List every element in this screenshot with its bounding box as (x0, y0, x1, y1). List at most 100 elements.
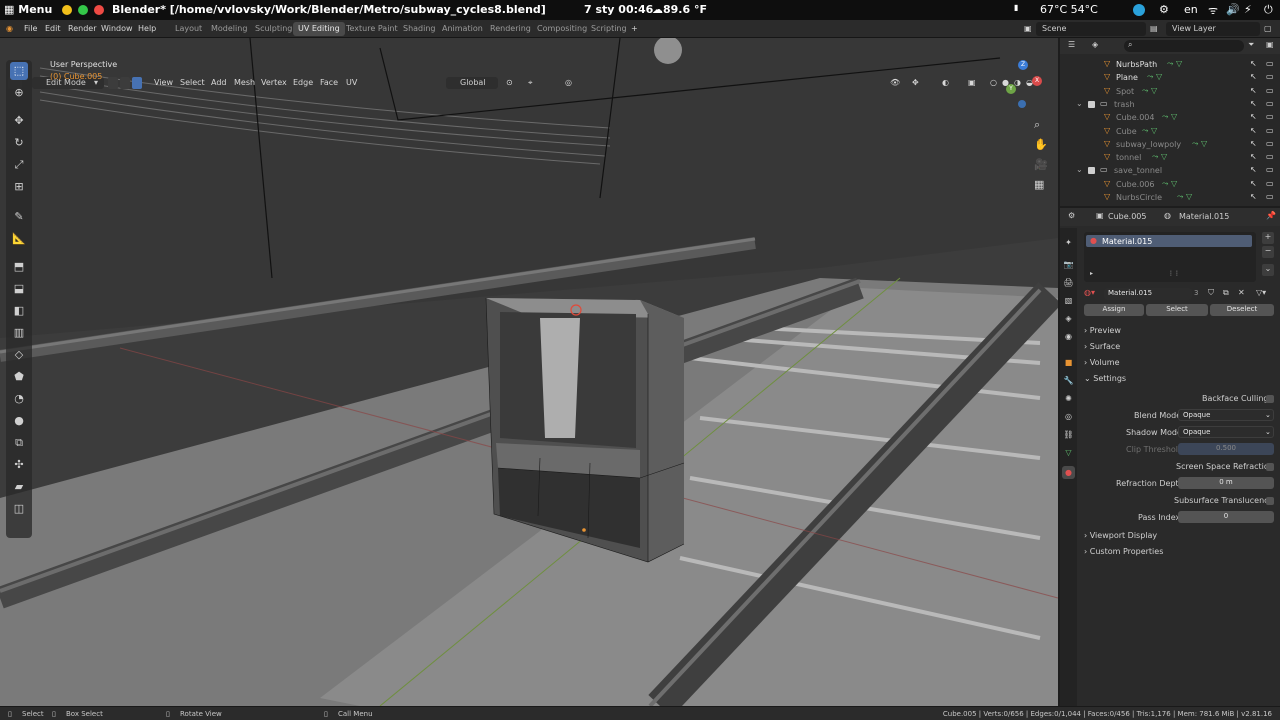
outliner-search-input[interactable]: ⌕ (1124, 40, 1244, 52)
ssr-checkbox[interactable] (1266, 463, 1274, 471)
visibility-icon[interactable]: 👁 (890, 78, 900, 87)
face-select-icon[interactable] (132, 77, 142, 89)
tab-modeling[interactable]: Modeling (206, 22, 252, 36)
vertex-select-icon[interactable] (108, 77, 118, 89)
edge-select-icon[interactable] (120, 77, 130, 89)
modifier-data-icons[interactable]: ⤳ ▽ (1162, 112, 1177, 122)
selectable-toggle-icon[interactable]: ↖ (1250, 112, 1257, 121)
transform-tool-icon[interactable]: ⊞ (10, 178, 28, 196)
clip-threshold-field[interactable]: 0.500 (1178, 443, 1274, 455)
pan-hand-icon[interactable]: ✋ (1034, 138, 1048, 151)
snap-icon[interactable]: ⌖ (528, 78, 533, 88)
selectable-toggle-icon[interactable]: ↖ (1250, 59, 1257, 68)
extrude-tool-icon[interactable]: ⬒ (10, 258, 28, 276)
tab-animation[interactable]: Animation (437, 22, 488, 36)
menu-edit[interactable]: Edit (45, 24, 61, 33)
view-layer-icon[interactable]: ▤ (1150, 24, 1158, 33)
edge-slide-tool-icon[interactable]: ⧉ (10, 434, 28, 452)
tab-output-icon[interactable]: 🖨 (1062, 276, 1075, 289)
shrink-fatten-tool-icon[interactable]: ✣ (10, 456, 28, 474)
unlink-material-icon[interactable]: ✕ (1238, 288, 1245, 297)
material-slot-list[interactable]: ● Material.015 ▸ ⋮⋮ (1084, 232, 1256, 282)
move-tool-icon[interactable]: ✥ (10, 112, 28, 130)
grid-view-icon[interactable]: ▦ (1034, 178, 1044, 191)
gizmo-x-axis[interactable]: X (1032, 76, 1042, 86)
tab-tool-icon[interactable]: ✦ (1062, 236, 1075, 249)
menu-edge[interactable]: Edge (293, 78, 313, 87)
material-name-field[interactable]: Material.015 (1104, 288, 1192, 300)
outliner-row[interactable]: ▽ Cube.006 ⤳ ▽ ↖ ▭ (1060, 178, 1280, 191)
rip-tool-icon[interactable]: ◫ (10, 500, 28, 518)
new-view-layer-icon[interactable]: ▢ (1264, 24, 1272, 33)
zoom-icon[interactable]: ⌕ (1034, 118, 1040, 132)
selectable-toggle-icon[interactable]: ↖ (1250, 179, 1257, 188)
tab-data-icon[interactable]: ▽ (1062, 446, 1075, 459)
loop-cut-tool-icon[interactable]: ▥ (10, 324, 28, 342)
preview-section-header[interactable]: › Preview (1084, 326, 1121, 335)
add-slot-button[interactable]: + (1262, 232, 1274, 244)
annotate-tool-icon[interactable]: ✎ (10, 208, 28, 226)
tab-physics-icon[interactable]: ◎ (1062, 410, 1075, 423)
render-toggle-icon[interactable]: ▭ (1266, 152, 1274, 161)
backface-culling-checkbox[interactable] (1266, 395, 1274, 403)
slot-specials-button[interactable]: ⌄ (1262, 264, 1274, 276)
menu-select[interactable]: Select (180, 78, 205, 87)
tab-compositing[interactable]: Compositing (532, 22, 592, 36)
view-layer-field[interactable]: View Layer (1166, 22, 1260, 36)
display-mode-icon[interactable]: ◈ (1092, 40, 1098, 49)
gizmo-z-axis[interactable]: Z (1018, 60, 1028, 70)
modifier-data-icons[interactable]: ⤳ ▽ (1147, 72, 1162, 82)
remove-slot-button[interactable]: − (1262, 246, 1274, 258)
smooth-tool-icon[interactable]: ● (10, 412, 28, 430)
scale-tool-icon[interactable]: ⤢ (10, 156, 28, 174)
telegram-icon[interactable] (1133, 4, 1145, 16)
subsurface-translucency-checkbox[interactable] (1266, 497, 1274, 505)
tab-scene-icon[interactable]: ◈ (1062, 312, 1075, 325)
collection-checkbox[interactable] (1088, 100, 1095, 108)
custom-properties-section-header[interactable]: › Custom Properties (1084, 547, 1163, 556)
collection-checkbox[interactable] (1088, 167, 1095, 175)
pin-icon[interactable]: 📌 (1266, 211, 1276, 220)
pass-index-field[interactable]: 0 (1178, 511, 1274, 523)
gizmo-y-axis[interactable]: Y (1006, 84, 1016, 94)
navigation-gizmo[interactable]: Z X Y (1002, 58, 1052, 114)
3d-viewport[interactable]: Edit Mode ▾ View Select Add Mesh Vertex E… (0, 38, 1058, 706)
close-window-button[interactable] (94, 5, 104, 15)
pivot-point-icon[interactable]: ⊙ (506, 78, 513, 87)
bevel-tool-icon[interactable]: ◧ (10, 302, 28, 320)
menu-file[interactable]: File (24, 24, 37, 33)
duplicate-material-icon[interactable]: ⧉ (1223, 288, 1229, 298)
weather-indicator[interactable]: ☁89.6 °F (652, 3, 707, 16)
tab-constraints-icon[interactable]: ⛓ (1062, 428, 1075, 441)
menu-mesh[interactable]: Mesh (234, 78, 255, 87)
language-indicator[interactable]: en (1184, 3, 1198, 16)
selectable-toggle-icon[interactable]: ↖ (1250, 165, 1257, 174)
tab-view-layer-icon[interactable]: ▧ (1062, 294, 1075, 307)
modifier-data-icons[interactable]: ⤳ ▽ (1162, 179, 1177, 189)
outliner-row[interactable]: ▽ Cube.004 ⤳ ▽ ↖ ▭ (1060, 111, 1280, 124)
gear-icon[interactable]: ⚙ (1159, 3, 1169, 16)
rotate-tool-icon[interactable]: ↻ (10, 134, 28, 152)
refraction-depth-field[interactable]: 0 m (1178, 477, 1274, 489)
tab-modifiers-icon[interactable]: 🔧 (1062, 374, 1075, 387)
expand-arrow-icon[interactable]: ⌄ (1076, 165, 1083, 174)
tab-object-icon[interactable]: ■ (1062, 356, 1075, 369)
menu-vertex[interactable]: Vertex (261, 78, 287, 87)
selectable-toggle-icon[interactable]: ↖ (1250, 126, 1257, 135)
outliner-row[interactable]: ⌄ ▭ save_tonnel ↖ ▭ (1060, 164, 1280, 177)
shading-wireframe-icon[interactable]: ○ (990, 78, 997, 87)
viewport-display-section-header[interactable]: › Viewport Display (1084, 531, 1157, 540)
selectable-toggle-icon[interactable]: ↖ (1250, 72, 1257, 81)
poly-build-tool-icon[interactable]: ⬟ (10, 368, 28, 386)
system-menu-button[interactable]: ▦ Menu (4, 3, 52, 16)
volume-icon[interactable]: 🔊 (1226, 3, 1240, 16)
assign-button[interactable]: Assign (1084, 304, 1144, 316)
filter-icon[interactable]: ⏷ (1248, 40, 1254, 50)
render-toggle-icon[interactable]: ▭ (1266, 99, 1274, 108)
settings-section-header[interactable]: ⌄ Settings (1084, 374, 1126, 383)
volume-section-header[interactable]: › Volume (1084, 358, 1120, 367)
shadow-mode-dropdown[interactable]: Opaque ⌄ (1178, 426, 1274, 438)
outliner-editor-icon[interactable]: ☰ (1068, 40, 1075, 49)
node-link-icon[interactable]: ▽▾ (1256, 288, 1266, 297)
selectable-toggle-icon[interactable]: ↖ (1250, 192, 1257, 201)
